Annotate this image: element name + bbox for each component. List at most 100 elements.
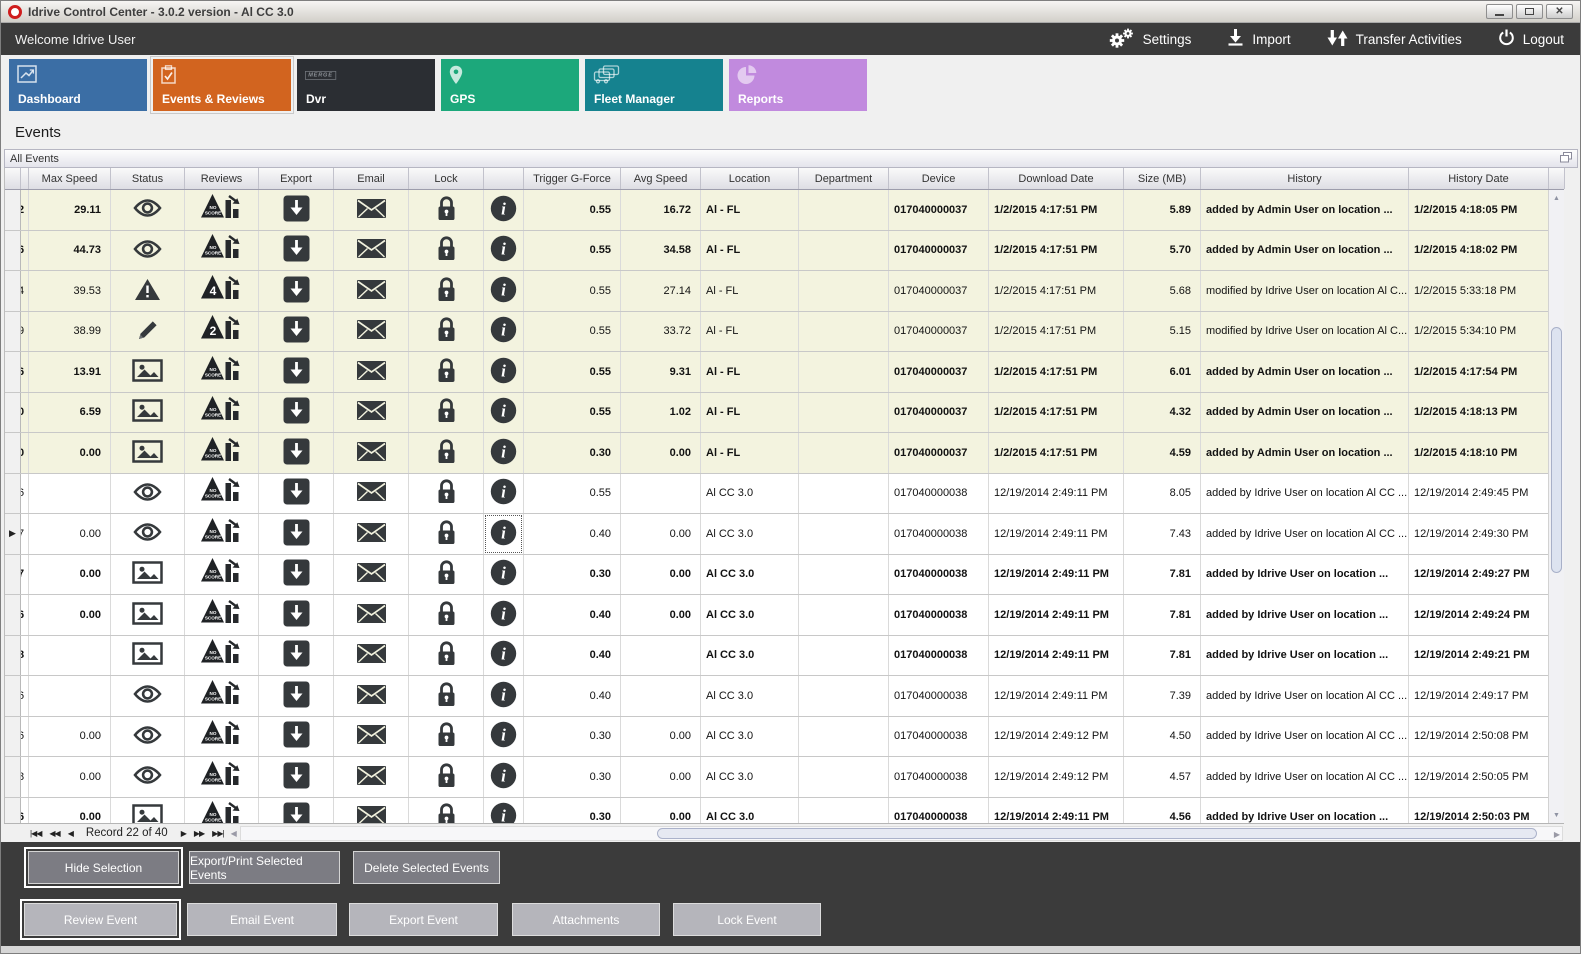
column-header-size-mb-[interactable]: Size (MB) bbox=[1124, 168, 1201, 189]
table-row[interactable]: 8 NO SCOREi0.40Al CC 3.001704000003812/1… bbox=[5, 636, 1564, 677]
info-action[interactable]: i bbox=[484, 717, 524, 757]
column-header-export[interactable]: Export bbox=[259, 168, 334, 189]
transfer-activities-action[interactable]: Transfer Activities bbox=[1327, 29, 1462, 50]
image-status[interactable] bbox=[111, 433, 185, 473]
email-action[interactable] bbox=[334, 636, 409, 676]
column-header-history[interactable]: History bbox=[1201, 168, 1409, 189]
export-action[interactable] bbox=[259, 514, 334, 554]
column-header-lock[interactable]: Lock bbox=[409, 168, 484, 189]
email-action[interactable] bbox=[334, 271, 409, 311]
email-action[interactable] bbox=[334, 676, 409, 716]
review-score[interactable]: NO SCORE bbox=[185, 393, 259, 433]
lock-action[interactable] bbox=[409, 555, 484, 595]
info-action[interactable]: i bbox=[484, 474, 524, 514]
review-event-button[interactable]: Review Event bbox=[24, 903, 177, 936]
info-action[interactable]: i bbox=[484, 514, 524, 554]
lock-action[interactable] bbox=[409, 190, 484, 230]
vertical-scrollbar-thumb[interactable] bbox=[1551, 327, 1562, 573]
export-action[interactable] bbox=[259, 555, 334, 595]
info-action[interactable]: i bbox=[484, 798, 524, 824]
review-score[interactable]: NO SCORE bbox=[185, 190, 259, 230]
lock-event-button[interactable]: Lock Event bbox=[673, 903, 821, 936]
last-record-button[interactable]: ▶▶| bbox=[212, 829, 223, 838]
review-score[interactable]: NO SCORE bbox=[185, 352, 259, 392]
eye-status[interactable] bbox=[111, 190, 185, 230]
export-event-button[interactable]: Export Event bbox=[349, 903, 498, 936]
image-status[interactable] bbox=[111, 798, 185, 824]
table-row[interactable]: 60.00 NO SCOREi0.300.00Al CC 3.001704000… bbox=[5, 717, 1564, 758]
lock-action[interactable] bbox=[409, 636, 484, 676]
lock-action[interactable] bbox=[409, 514, 484, 554]
table-row[interactable]: 70.00 NO SCOREi0.300.00Al CC 3.001704000… bbox=[5, 555, 1564, 596]
info-action[interactable]: i bbox=[484, 190, 524, 230]
column-header-status[interactable]: Status bbox=[111, 168, 185, 189]
scroll-up-icon[interactable]: ▲ bbox=[1549, 190, 1564, 206]
eye-status[interactable] bbox=[111, 514, 185, 554]
tab-gps[interactable]: GPS bbox=[441, 59, 579, 111]
review-score[interactable]: 2 bbox=[185, 312, 259, 352]
review-score[interactable]: NO SCORE bbox=[185, 474, 259, 514]
column-header-trigger-g-force[interactable]: Trigger G-Force bbox=[524, 168, 621, 189]
review-score[interactable]: NO SCORE bbox=[185, 636, 259, 676]
hscroll-left-icon[interactable]: ◀ bbox=[231, 829, 237, 838]
export-action[interactable] bbox=[259, 190, 334, 230]
tab-dvr[interactable]: MERGEDvr bbox=[297, 59, 435, 111]
tab-dashboard[interactable]: Dashboard bbox=[9, 59, 147, 111]
lock-action[interactable] bbox=[409, 595, 484, 635]
email-action[interactable] bbox=[334, 312, 409, 352]
info-action[interactable]: i bbox=[484, 312, 524, 352]
first-record-button[interactable]: |◀◀ bbox=[30, 829, 41, 838]
review-score[interactable]: NO SCORE bbox=[185, 231, 259, 271]
email-action[interactable] bbox=[334, 595, 409, 635]
review-score[interactable]: NO SCORE bbox=[185, 757, 259, 797]
export-action[interactable] bbox=[259, 474, 334, 514]
column-header-download-date[interactable]: Download Date bbox=[989, 168, 1124, 189]
lock-action[interactable] bbox=[409, 474, 484, 514]
logout-action[interactable]: Logout bbox=[1498, 29, 1564, 49]
pencil-status[interactable] bbox=[111, 312, 185, 352]
info-action[interactable]: i bbox=[484, 231, 524, 271]
image-status[interactable] bbox=[111, 555, 185, 595]
vertical-scrollbar[interactable]: ▲ ▼ bbox=[1548, 190, 1564, 823]
column-header-max-speed[interactable]: Max Speed bbox=[29, 168, 111, 189]
prev-page-button[interactable]: ◀◀ bbox=[49, 829, 59, 838]
delete-selected-events-button[interactable]: Delete Selected Events bbox=[353, 851, 500, 884]
review-score[interactable]: NO SCORE bbox=[185, 676, 259, 716]
hide-selection-button[interactable]: Hide Selection bbox=[28, 851, 179, 884]
float-panel-icon[interactable] bbox=[1560, 152, 1572, 166]
column-header-blank[interactable] bbox=[5, 168, 21, 189]
export-action[interactable] bbox=[259, 676, 334, 716]
minimize-button[interactable] bbox=[1486, 4, 1513, 19]
table-row[interactable]: 06.59 NO SCOREi0.551.02Al - FL0170400000… bbox=[5, 393, 1564, 434]
column-header-blank[interactable] bbox=[484, 168, 524, 189]
image-status[interactable] bbox=[111, 636, 185, 676]
review-score[interactable]: NO SCORE bbox=[185, 595, 259, 635]
export-action[interactable] bbox=[259, 352, 334, 392]
eye-status[interactable] bbox=[111, 676, 185, 716]
column-header-blank[interactable] bbox=[21, 168, 29, 189]
column-header-avg-speed[interactable]: Avg Speed bbox=[621, 168, 701, 189]
info-action[interactable]: i bbox=[484, 555, 524, 595]
table-row[interactable]: 644.73 NO SCOREi0.5534.58Al - FL01704000… bbox=[5, 231, 1564, 272]
email-event-button[interactable]: Email Event bbox=[187, 903, 337, 936]
info-action[interactable]: i bbox=[484, 595, 524, 635]
lock-action[interactable] bbox=[409, 676, 484, 716]
email-action[interactable] bbox=[334, 393, 409, 433]
email-action[interactable] bbox=[334, 757, 409, 797]
export-action[interactable] bbox=[259, 636, 334, 676]
email-action[interactable] bbox=[334, 231, 409, 271]
info-action[interactable]: i bbox=[484, 757, 524, 797]
review-score[interactable]: NO SCORE bbox=[185, 514, 259, 554]
eye-status[interactable] bbox=[111, 231, 185, 271]
column-header-department[interactable]: Department bbox=[799, 168, 889, 189]
table-row[interactable]: 613.91 NO SCOREi0.559.31Al - FL017040000… bbox=[5, 352, 1564, 393]
export-action[interactable] bbox=[259, 717, 334, 757]
column-header-email[interactable]: Email bbox=[334, 168, 409, 189]
attachments-button[interactable]: Attachments bbox=[512, 903, 660, 936]
table-row[interactable]: ▶70.00 NO SCOREi0.400.00Al CC 3.00170400… bbox=[5, 514, 1564, 555]
export-action[interactable] bbox=[259, 231, 334, 271]
tab-reports[interactable]: Reports bbox=[729, 59, 867, 111]
email-action[interactable] bbox=[334, 352, 409, 392]
eye-status[interactable] bbox=[111, 717, 185, 757]
table-row[interactable]: 6 NO SCOREi0.40Al CC 3.001704000003812/1… bbox=[5, 676, 1564, 717]
